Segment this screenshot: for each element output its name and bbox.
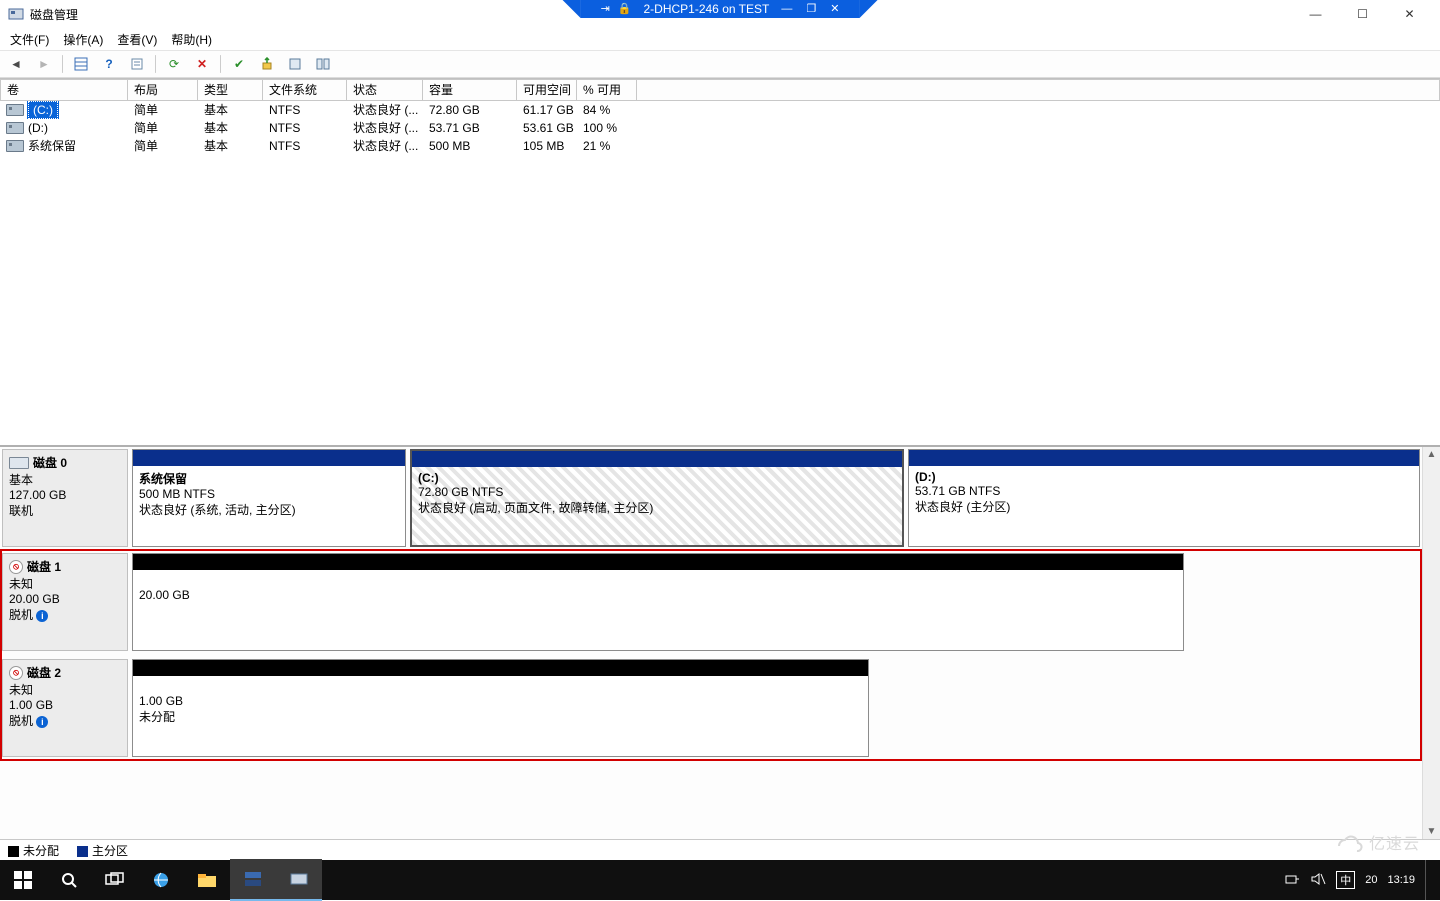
ime-indicator[interactable]: 中 <box>1336 871 1355 889</box>
info-icon[interactable]: i <box>36 716 48 728</box>
back-button[interactable]: ◄ <box>4 52 28 76</box>
disk-map: 磁盘 0 基本 127.00 GB 联机 系统保留500 MB NTFS状态良好… <box>0 445 1440 839</box>
remote-session-banner: ⇥ 🔒 2-DHCP1-246 on TEST — ❐ ✕ <box>563 0 878 18</box>
settings-icon[interactable] <box>283 52 307 76</box>
window-maximize-button[interactable]: ☐ <box>1340 0 1385 28</box>
menu-help[interactable]: 帮助(H) <box>171 31 212 48</box>
network-tray-icon[interactable] <box>1284 872 1300 889</box>
ie-icon[interactable] <box>138 860 184 900</box>
start-button[interactable] <box>0 860 46 900</box>
offline-icon: ⦸ <box>9 560 23 574</box>
disk-management-taskbar-icon[interactable] <box>276 859 322 901</box>
drive-icon <box>6 122 24 134</box>
partition-selected[interactable]: (C:)72.80 GB NTFS状态良好 (启动, 页面文件, 故障转储, 主… <box>410 449 904 547</box>
export-icon[interactable] <box>255 52 279 76</box>
forward-button[interactable]: ► <box>32 52 56 76</box>
show-desktop-button[interactable] <box>1425 860 1432 900</box>
info-icon[interactable]: i <box>36 610 48 622</box>
volume-row[interactable]: (C:) 简单基本NTFS 状态良好 (...72.80 GB61.17 GB8… <box>0 101 1440 119</box>
partition[interactable]: (D:)53.71 GB NTFS状态良好 (主分区) <box>908 449 1420 547</box>
refresh-icon[interactable]: ⟳ <box>162 52 186 76</box>
drive-icon <box>6 140 24 152</box>
col-type[interactable]: 类型 <box>198 79 263 101</box>
offline-icon: ⦸ <box>9 666 23 680</box>
server-manager-icon[interactable] <box>230 859 276 901</box>
col-volume[interactable]: 卷 <box>0 79 128 101</box>
col-capacity[interactable]: 容量 <box>423 79 517 101</box>
legend-swatch-primary <box>77 846 88 857</box>
partition[interactable]: 系统保留500 MB NTFS状态良好 (系统, 活动, 主分区) <box>132 449 406 547</box>
window-close-button[interactable]: ✕ <box>1387 0 1432 28</box>
disk-management-icon <box>8 6 24 22</box>
remote-minimize-button[interactable]: — <box>781 0 792 18</box>
window-minimize-button[interactable]: — <box>1293 0 1338 28</box>
volume-list[interactable]: 卷 布局 类型 文件系统 状态 容量 可用空间 % 可用 (C:) 简单基本NT… <box>0 78 1440 445</box>
watermark: 亿速云 <box>1335 830 1420 854</box>
hdd-icon <box>9 457 29 469</box>
view-list-icon[interactable] <box>69 52 93 76</box>
search-icon[interactable] <box>46 860 92 900</box>
menu-view[interactable]: 查看(V) <box>117 31 157 48</box>
window-title: 磁盘管理 <box>30 6 78 23</box>
col-fs[interactable]: 文件系统 <box>263 79 347 101</box>
remote-close-button[interactable]: ✕ <box>830 0 839 18</box>
col-status[interactable]: 状态 <box>347 79 423 101</box>
volume-row[interactable]: (D:) 简单基本NTFS 状态良好 (...53.71 GB53.61 GB1… <box>0 119 1440 137</box>
menu-file[interactable]: 文件(F) <box>10 31 49 48</box>
layout-icon[interactable] <box>311 52 335 76</box>
col-pct[interactable]: % 可用 <box>577 79 637 101</box>
drive-icon <box>6 104 24 116</box>
delete-icon[interactable]: ✕ <box>190 52 214 76</box>
remote-session-title: 2-DHCP1-246 on TEST <box>643 0 769 18</box>
file-explorer-icon[interactable] <box>184 860 230 900</box>
partition[interactable]: 20.00 GB <box>132 553 1184 651</box>
col-layout[interactable]: 布局 <box>128 79 198 101</box>
disk-row[interactable]: 磁盘 0 基本 127.00 GB 联机 系统保留500 MB NTFS状态良好… <box>0 447 1422 549</box>
properties-icon[interactable] <box>125 52 149 76</box>
mark-icon[interactable]: ✔ <box>227 52 251 76</box>
menu-bar: 文件(F) 操作(A) 查看(V) 帮助(H) <box>0 28 1440 50</box>
taskbar[interactable]: 中 20 13:19 <box>0 860 1440 900</box>
remote-restore-button[interactable]: ❐ <box>806 0 816 18</box>
menu-action[interactable]: 操作(A) <box>63 31 103 48</box>
col-free[interactable]: 可用空间 <box>517 79 577 101</box>
toolbar: ◄ ► ? ⟳ ✕ ✔ <box>0 50 1440 78</box>
pin-icon[interactable]: ⇥ <box>601 0 610 18</box>
task-view-icon[interactable] <box>92 860 138 900</box>
vertical-scrollbar[interactable]: ▲▼ <box>1422 447 1440 839</box>
partition[interactable]: 1.00 GB未分配 <box>132 659 869 757</box>
help-icon[interactable]: ? <box>97 52 121 76</box>
volume-tray-icon[interactable] <box>1310 872 1326 889</box>
lock-icon[interactable]: 🔒 <box>618 0 632 18</box>
volume-row[interactable]: 系统保留 简单基本NTFS 状态良好 (...500 MB105 MB21 % <box>0 137 1440 155</box>
volume-list-header: 卷 布局 类型 文件系统 状态 容量 可用空间 % 可用 <box>0 79 1440 101</box>
legend: 未分配 主分区 <box>0 839 1440 860</box>
clock[interactable]: 13:19 <box>1387 874 1415 886</box>
tray-text: 20 <box>1365 874 1377 886</box>
legend-swatch-unallocated <box>8 846 19 857</box>
